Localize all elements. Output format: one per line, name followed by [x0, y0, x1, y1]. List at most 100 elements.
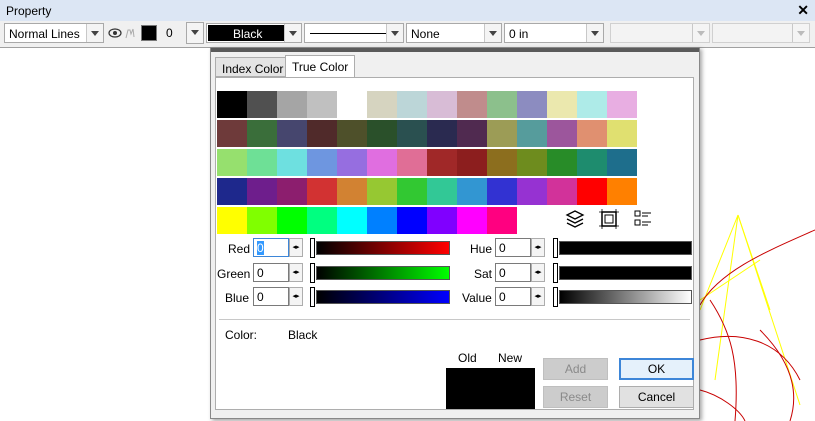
chevron-down-icon[interactable]: [586, 24, 603, 42]
color-swatch[interactable]: [337, 178, 367, 205]
color-swatch[interactable]: [487, 91, 517, 118]
color-swatch[interactable]: [337, 91, 367, 118]
reset-button[interactable]: Reset: [543, 386, 608, 408]
value-slider-track[interactable]: [559, 290, 692, 304]
color-swatch[interactable]: [547, 149, 577, 176]
chevron-down-icon[interactable]: [186, 22, 204, 44]
blue-slider-track[interactable]: [316, 290, 450, 304]
red-slider-thumb[interactable]: [310, 238, 315, 258]
color-index-combo[interactable]: 0: [160, 22, 204, 44]
cancel-button[interactable]: Cancel: [619, 386, 694, 408]
color-swatch[interactable]: [367, 207, 397, 234]
green-input[interactable]: 0: [253, 263, 289, 282]
color-swatch[interactable]: [277, 207, 307, 234]
red-spin-buttons[interactable]: ◂▸: [289, 238, 303, 257]
visibility-toggle[interactable]: [106, 24, 138, 42]
chevron-down-icon[interactable]: [484, 24, 501, 42]
add-button[interactable]: Add: [543, 358, 608, 380]
color-swatch[interactable]: [577, 178, 607, 205]
color-swatch[interactable]: [367, 149, 397, 176]
color-swatch[interactable]: [307, 91, 337, 118]
color-swatch[interactable]: [487, 149, 517, 176]
tab-index-color[interactable]: Index Color: [215, 57, 291, 77]
color-swatch[interactable]: [457, 149, 487, 176]
color-swatch[interactable]: [307, 120, 337, 147]
chevron-down-icon[interactable]: [86, 24, 103, 42]
color-swatch[interactable]: [141, 25, 157, 41]
fill-combo[interactable]: None: [406, 23, 502, 43]
green-slider-thumb[interactable]: [310, 263, 315, 283]
color-swatch[interactable]: [517, 120, 547, 147]
red-slider-track[interactable]: [316, 241, 450, 255]
ok-button[interactable]: OK: [619, 358, 694, 380]
blue-spin-buttons[interactable]: ◂▸: [289, 287, 303, 306]
list-icon[interactable]: [632, 208, 654, 230]
color-swatch[interactable]: [397, 149, 427, 176]
color-swatch[interactable]: [277, 178, 307, 205]
color-swatch[interactable]: [427, 178, 457, 205]
hue-slider-thumb[interactable]: [553, 238, 558, 258]
red-input[interactable]: 0: [253, 238, 289, 257]
chevron-down-icon[interactable]: [386, 24, 403, 42]
color-swatch[interactable]: [607, 178, 637, 205]
color-swatch[interactable]: [307, 149, 337, 176]
color-swatch[interactable]: [427, 149, 457, 176]
linestyle-combo[interactable]: [304, 23, 404, 43]
color-swatch[interactable]: [487, 120, 517, 147]
color-swatch[interactable]: [337, 207, 367, 234]
value-input[interactable]: 0: [495, 287, 531, 306]
color-swatch[interactable]: [367, 120, 397, 147]
green-spin-buttons[interactable]: ◂▸: [289, 263, 303, 282]
color-swatch[interactable]: [277, 91, 307, 118]
value-slider-thumb[interactable]: [553, 287, 558, 307]
hue-slider-track[interactable]: [559, 241, 692, 255]
color-swatch[interactable]: [517, 178, 547, 205]
sat-spin-buttons[interactable]: ◂▸: [531, 263, 545, 282]
color-swatch[interactable]: [517, 91, 547, 118]
layers-icon[interactable]: [564, 208, 586, 230]
color-swatch[interactable]: [487, 178, 517, 205]
color-swatch[interactable]: [217, 178, 247, 205]
color-swatch[interactable]: [457, 207, 487, 234]
chevron-down-icon[interactable]: [284, 24, 301, 42]
color-swatch[interactable]: [277, 149, 307, 176]
color-swatch[interactable]: [397, 91, 427, 118]
sat-input[interactable]: 0: [495, 263, 531, 282]
color-swatch[interactable]: [277, 120, 307, 147]
color-swatch[interactable]: [547, 91, 577, 118]
color-swatch[interactable]: [217, 120, 247, 147]
color-swatch[interactable]: [337, 120, 367, 147]
color-swatch[interactable]: [307, 178, 337, 205]
color-swatch[interactable]: [427, 91, 457, 118]
frame-icon[interactable]: [598, 208, 620, 230]
color-swatch[interactable]: [457, 178, 487, 205]
tab-true-color[interactable]: True Color: [285, 55, 356, 78]
green-slider-track[interactable]: [316, 266, 450, 280]
value-spin-buttons[interactable]: ◂▸: [531, 287, 545, 306]
color-swatch[interactable]: [577, 149, 607, 176]
color-swatch[interactable]: [247, 120, 277, 147]
color-swatch[interactable]: [367, 91, 397, 118]
color-swatch[interactable]: [577, 91, 607, 118]
hue-spin-buttons[interactable]: ◂▸: [531, 238, 545, 257]
color-swatch[interactable]: [487, 207, 517, 234]
color-swatch[interactable]: [307, 207, 337, 234]
blue-input[interactable]: 0: [253, 287, 289, 306]
color-swatch[interactable]: [427, 120, 457, 147]
color-swatch[interactable]: [607, 91, 637, 118]
blue-slider-thumb[interactable]: [310, 287, 315, 307]
color-swatch[interactable]: [397, 178, 427, 205]
color-swatch[interactable]: [217, 207, 247, 234]
color-swatch[interactable]: [517, 149, 547, 176]
close-icon[interactable]: ✕: [797, 2, 809, 19]
color-swatch[interactable]: [247, 149, 277, 176]
color-swatch[interactable]: [397, 207, 427, 234]
color-swatch[interactable]: [457, 91, 487, 118]
thickness-combo[interactable]: 0 in: [504, 23, 604, 43]
color-swatch[interactable]: [247, 91, 277, 118]
color-swatch[interactable]: [427, 207, 457, 234]
color-swatch[interactable]: [577, 120, 607, 147]
color-swatch[interactable]: [607, 149, 637, 176]
color-swatch[interactable]: [247, 178, 277, 205]
color-swatch[interactable]: [247, 207, 277, 234]
